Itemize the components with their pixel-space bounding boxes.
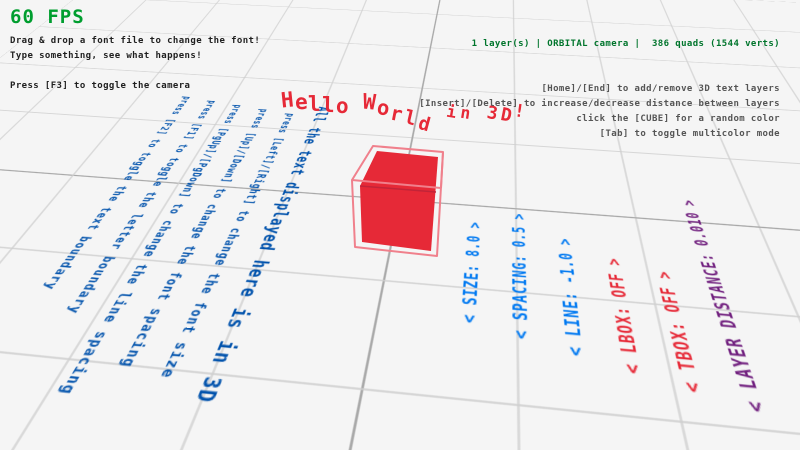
- hud-left-line: Drag & drop a font file to change the fo…: [10, 36, 260, 46]
- hud-right-help: 1 layer(s) | ORBITAL camera | 386 quads …: [419, 7, 780, 142]
- hud-left-line: Press [F3] to toggle the camera: [10, 81, 190, 91]
- cube-wire-right-edge: [441, 152, 443, 188]
- cube-body[interactable]: [360, 151, 438, 251]
- hud-right-line: [Home]/[End] to add/remove 3D text layer…: [419, 82, 780, 97]
- hud-left-line: Type something, see what happens!: [10, 51, 202, 61]
- fps-counter: 60 FPS: [10, 6, 85, 28]
- hud-right-line: [Tab] to toggle multicolor mode: [419, 127, 780, 142]
- status-line: 1 layer(s) | ORBITAL camera | 386 quads …: [419, 37, 780, 52]
- app-window: All the text displayed here is in 3Dpres…: [0, 0, 800, 450]
- hud-right-line: [Insert]/[Delete] to increase/decrease d…: [419, 97, 780, 112]
- hud-right-line: click the [CUBE] for a random color: [419, 112, 780, 127]
